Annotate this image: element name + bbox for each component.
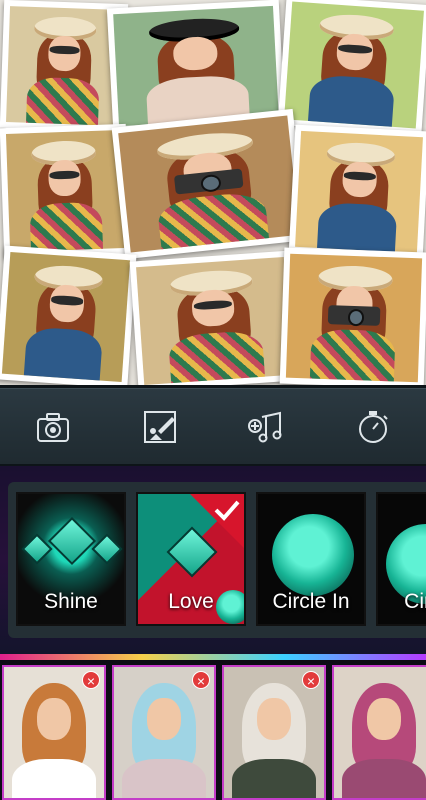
collage-photo-4 xyxy=(0,123,131,259)
effect-label: Love xyxy=(168,590,214,613)
camera-button[interactable] xyxy=(28,402,78,452)
collage-photo-6 xyxy=(288,124,426,260)
selected-check-icon xyxy=(190,494,244,548)
selected-photo[interactable]: × xyxy=(112,665,216,800)
selected-photo[interactable]: × xyxy=(2,665,106,800)
remove-photo-button[interactable]: × xyxy=(302,671,320,689)
edit-image-button[interactable] xyxy=(135,402,185,452)
effect-love[interactable]: Love xyxy=(136,492,246,626)
collage-photo-3 xyxy=(277,0,426,135)
effect-circle[interactable]: Circle xyxy=(376,492,426,626)
effect-shine[interactable]: Shine xyxy=(16,492,126,626)
add-music-button[interactable] xyxy=(241,402,291,452)
selected-photo[interactable]: × xyxy=(222,665,326,800)
effect-label: Circle In xyxy=(272,590,350,613)
app-root: Shine Love Circle In Circle xyxy=(0,0,426,800)
selected-photo[interactable] xyxy=(332,665,426,800)
effect-label: Circle xyxy=(404,590,426,613)
collage-photo-5 xyxy=(111,108,307,260)
collage-photo-7 xyxy=(0,245,137,385)
remove-photo-button[interactable]: × xyxy=(192,671,210,689)
timer-icon xyxy=(358,410,388,443)
timer-button[interactable] xyxy=(348,402,398,452)
transition-effects-list: Shine Love Circle In Circle xyxy=(8,482,426,638)
camera-icon xyxy=(37,412,70,442)
selected-photos-list: × × × xyxy=(0,660,426,800)
collage-preview xyxy=(0,0,426,385)
collage-photo-8 xyxy=(129,250,299,385)
collage-photo-9 xyxy=(279,247,426,385)
remove-photo-button[interactable]: × xyxy=(82,671,100,689)
effect-label: Shine xyxy=(44,590,98,613)
edit-image-icon xyxy=(143,410,176,443)
add-music-icon xyxy=(248,411,282,442)
tool-bar xyxy=(0,388,426,464)
effect-circle-in[interactable]: Circle In xyxy=(256,492,366,626)
